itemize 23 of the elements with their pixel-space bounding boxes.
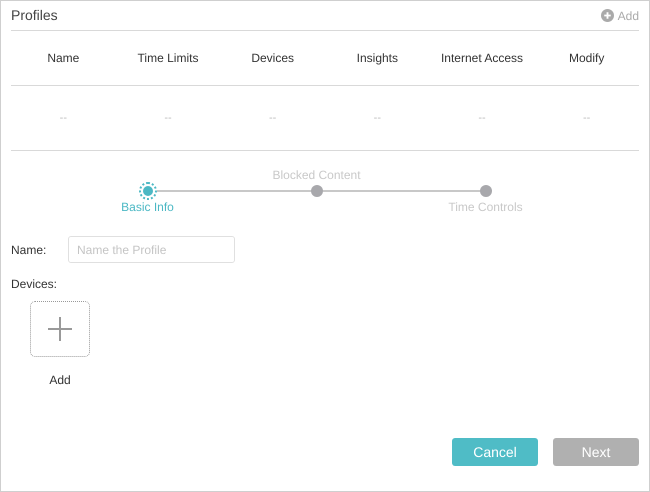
add-device-label: Add <box>49 372 71 389</box>
table-cell-text: -- <box>477 110 487 126</box>
step-label: Basic Info <box>121 199 174 216</box>
plus-circle-icon <box>600 9 614 22</box>
cancel-button[interactable]: Cancel <box>452 438 538 466</box>
add-device-button[interactable] <box>30 301 90 357</box>
table-cell-text: -- <box>58 110 68 126</box>
column-header: Internet Access <box>440 50 524 67</box>
plus-icon <box>48 317 72 341</box>
column-header: Insights <box>356 50 399 67</box>
column-header: Devices <box>250 50 295 67</box>
table-cell-text: -- <box>268 110 278 126</box>
name-label: Name: <box>11 242 48 258</box>
add-link[interactable]: Add <box>600 6 639 24</box>
table-cell-text: -- <box>582 110 592 126</box>
column-header: Name <box>46 50 80 67</box>
table-cell-text: -- <box>372 110 382 126</box>
devices-label: Devices: <box>11 276 58 293</box>
table-cell-text: -- <box>163 110 173 126</box>
column-header: Time Limits <box>136 50 200 67</box>
name-input-field[interactable]: Name the Profile <box>68 236 235 263</box>
column-header: Modify <box>568 50 606 67</box>
section-title: Profiles <box>11 6 58 25</box>
